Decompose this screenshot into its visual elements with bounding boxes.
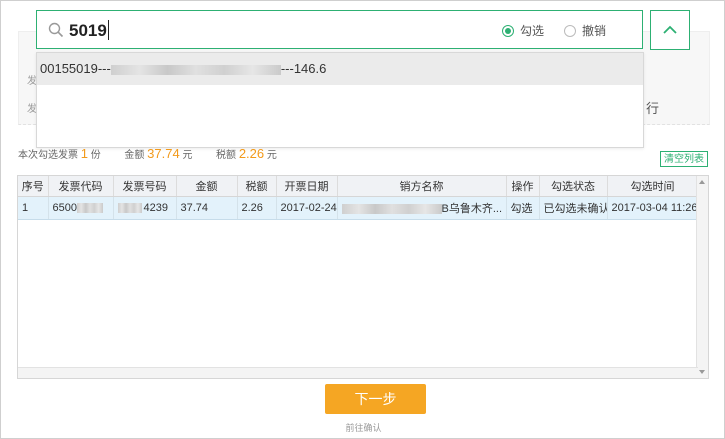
radio-label: 撤销 <box>582 24 607 38</box>
search-icon <box>48 22 64 38</box>
amount-value: 37.74 <box>147 146 180 161</box>
cell-number: 4239 <box>113 196 177 220</box>
amount-label: 金额 <box>124 150 145 161</box>
column-header[interactable]: 销方名称 <box>337 176 507 197</box>
item-amount: ---146.6 <box>280 61 327 76</box>
redacted-text <box>117 203 142 214</box>
cell-index: 1 <box>18 196 49 220</box>
cell-tax: 2.26 <box>237 196 277 220</box>
tax-unit: 元 <box>266 150 277 161</box>
cell-status: 已勾选未确认 <box>539 196 608 220</box>
redacted-text <box>110 64 281 75</box>
cell-seller: B乌鲁木齐... <box>337 196 507 220</box>
redacted-text <box>341 204 442 215</box>
cell-amount: 37.74 <box>176 196 238 220</box>
search-dropdown: 00155019--- ---146.6 <box>36 52 644 148</box>
count-value: 1 <box>80 146 89 161</box>
cell-time: 2017-03-04 11:26:34 <box>607 196 699 220</box>
clear-list-button[interactable]: 清空列表 <box>660 151 708 167</box>
table-header-row: 序号 发票代码 发票号码 金额 税额 开票日期 销方名称 操作 勾选状态 勾选时… <box>18 176 699 197</box>
scroll-up-icon[interactable] <box>699 180 705 184</box>
cell-action[interactable]: 勾选 <box>506 196 540 220</box>
item-code: 00155019--- <box>40 61 111 76</box>
column-header[interactable]: 勾选状态 <box>539 176 608 197</box>
column-header[interactable]: 勾选时间 <box>607 176 699 197</box>
dropdown-item[interactable]: 00155019--- ---146.6 <box>37 53 643 85</box>
radio-dot-selected[interactable] <box>502 24 514 37</box>
horizontal-scrollbar[interactable] <box>18 367 698 378</box>
cell-date: 2017-02-24 <box>276 196 338 220</box>
search-bar[interactable]: 5019 勾选 撤销 <box>36 10 643 49</box>
redacted-text <box>76 203 103 214</box>
count-label: 本次勾选发票 <box>18 150 78 161</box>
next-step-button[interactable]: 下一步 <box>325 384 426 414</box>
column-header[interactable]: 开票日期 <box>276 176 338 197</box>
background-text: 行 <box>645 101 659 116</box>
tax-label: 税额 <box>216 150 237 161</box>
column-header[interactable]: 金额 <box>176 176 238 197</box>
cell-code: 6500 <box>48 196 114 220</box>
amount-unit: 元 <box>182 150 193 161</box>
invoice-table: 序号 发票代码 发票号码 金额 税额 开票日期 销方名称 操作 勾选状态 勾选时… <box>17 175 709 379</box>
text-caret <box>107 20 109 40</box>
column-header[interactable]: 序号 <box>18 176 49 197</box>
app-window: 发 发 行 5019 勾选 撤销 00155019--- ---146.6 本次勾… <box>0 0 725 439</box>
column-header[interactable]: 操作 <box>506 176 540 197</box>
chevron-up-icon <box>663 25 677 34</box>
selection-summary: 本次勾选发票 1 份 金额 37.74 元 税额 2.26 元 <box>18 146 277 161</box>
tax-value: 2.26 <box>238 146 265 161</box>
radio-select[interactable]: 勾选 <box>502 22 544 39</box>
radio-dot[interactable] <box>564 24 576 37</box>
next-step-hint: 前往确认 <box>345 423 382 433</box>
scroll-down-icon[interactable] <box>699 370 705 374</box>
table-row[interactable]: 1 6500 4239 37.74 2.26 2017-02-24 B乌鲁木齐.… <box>18 196 699 220</box>
search-input[interactable]: 5019 <box>69 20 109 41</box>
column-header[interactable]: 发票号码 <box>113 176 177 197</box>
vertical-scrollbar[interactable] <box>696 176 708 378</box>
radio-revoke[interactable]: 撤销 <box>564 22 606 39</box>
count-unit: 份 <box>90 150 101 161</box>
column-header[interactable]: 发票代码 <box>48 176 114 197</box>
radio-label: 勾选 <box>520 24 545 38</box>
column-header[interactable]: 税额 <box>237 176 277 197</box>
collapse-button[interactable] <box>650 10 690 50</box>
